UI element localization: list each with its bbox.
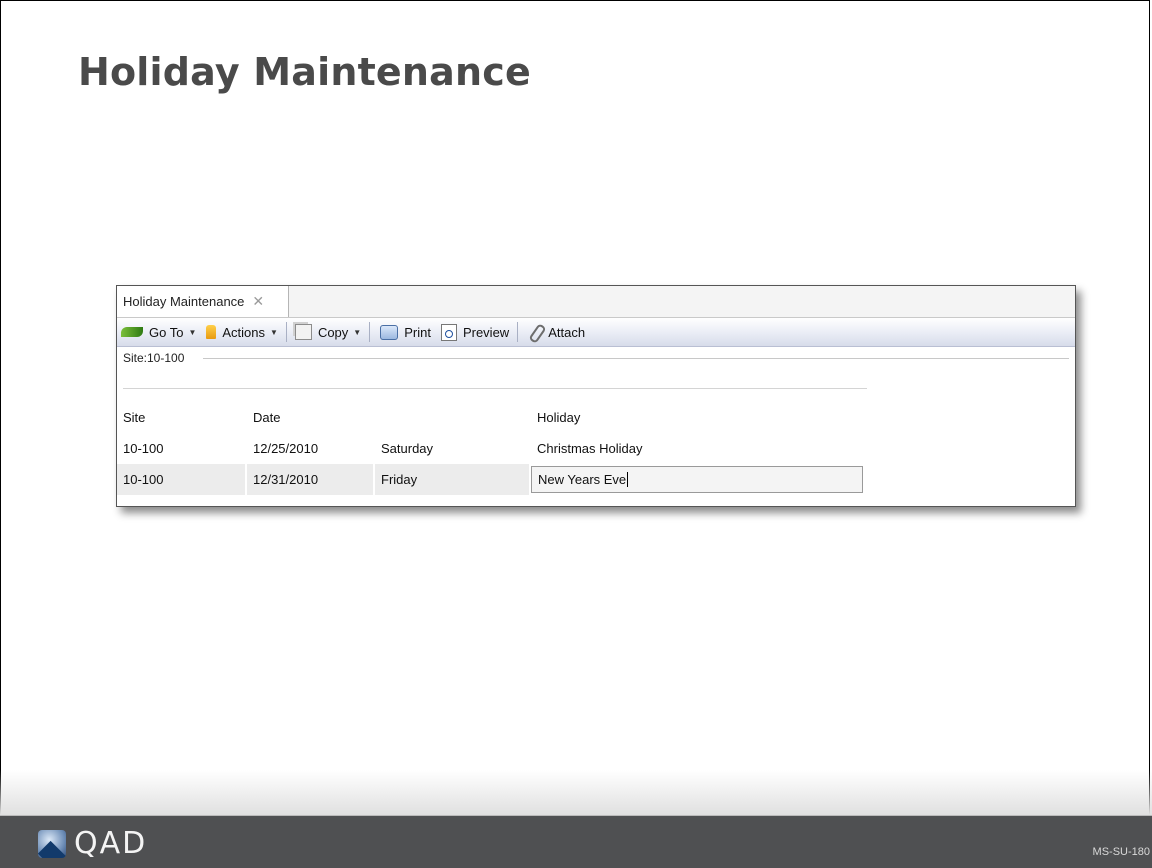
table-row[interactable]: 10-100 12/25/2010 Saturday Christmas Hol…: [117, 433, 877, 464]
tab-strip: Holiday Maintenance ✕: [117, 286, 1075, 318]
holiday-input-value: New Years Eve: [538, 472, 627, 487]
close-icon[interactable]: ✕: [252, 293, 264, 310]
holiday-cell[interactable]: Christmas Holiday: [531, 433, 863, 464]
group-divider: [123, 388, 867, 389]
tab-label: Holiday Maintenance: [123, 294, 245, 309]
chevron-down-icon: ▼: [353, 327, 362, 337]
toolbar-separator: [369, 322, 371, 342]
preview-icon: [440, 323, 457, 341]
text-cursor: [627, 472, 629, 487]
app-window: Holiday Maintenance ✕ Go To ▼ Actions ▼ …: [116, 285, 1076, 507]
qad-logo: QAD: [38, 826, 147, 861]
attach-icon: [528, 325, 542, 339]
logo-text: QAD: [74, 826, 148, 861]
column-header-day: [375, 402, 529, 433]
toolbar: Go To ▼ Actions ▼ Copy ▼ Print Preview A…: [117, 318, 1075, 347]
day-cell: Saturday: [381, 441, 434, 456]
site-divider: [203, 358, 1069, 359]
column-header-holiday[interactable]: Holiday: [531, 402, 863, 433]
tab-holiday-maintenance[interactable]: Holiday Maintenance ✕: [117, 286, 289, 317]
qad-logo-icon: [38, 829, 66, 858]
site-caption: Site:10-100: [123, 351, 191, 365]
actions-button[interactable]: Actions ▼: [200, 318, 278, 346]
print-label: Print: [404, 324, 431, 340]
preview-button[interactable]: Preview: [435, 318, 509, 346]
goto-button[interactable]: Go To ▼: [117, 318, 196, 346]
copy-label: Copy: [317, 324, 349, 340]
footer-fade: [0, 770, 1152, 815]
chevron-down-icon: ▼: [270, 327, 278, 337]
print-icon: [380, 324, 399, 340]
grid-header-row: Site Date Holiday: [117, 402, 877, 433]
site-cell[interactable]: 10-100: [117, 433, 245, 464]
chevron-down-icon: ▼: [188, 327, 197, 337]
slide-title: Holiday Maintenance: [78, 50, 531, 94]
copy-icon: [294, 324, 312, 340]
print-button[interactable]: Print: [376, 318, 431, 346]
attach-label: Attach: [548, 324, 586, 340]
holiday-grid: Site Date Holiday 10-100 12/25/2010 Satu…: [117, 402, 877, 495]
toolbar-separator: [517, 322, 519, 342]
table-row-selected[interactable]: 10-100 12/31/2010 Friday New Years Eve: [117, 464, 877, 495]
goto-label: Go To: [149, 324, 184, 340]
date-cell[interactable]: 12/25/2010: [247, 433, 373, 464]
preview-label: Preview: [462, 324, 510, 340]
copy-button[interactable]: Copy ▼: [293, 318, 361, 346]
date-cell[interactable]: 12/31/2010: [247, 464, 373, 495]
slide-code: MS-SU-180: [1092, 846, 1150, 858]
holiday-input[interactable]: New Years Eve: [531, 466, 863, 493]
toolbar-separator: [285, 322, 287, 342]
column-header-date[interactable]: Date: [247, 402, 373, 433]
column-header-site[interactable]: Site: [117, 402, 245, 433]
actions-label: Actions: [222, 324, 266, 340]
attach-button[interactable]: Attach: [524, 318, 585, 346]
actions-icon: [206, 325, 217, 339]
site-cell[interactable]: 10-100: [117, 464, 245, 495]
footer-bar: QAD MS-SU-180: [0, 815, 1152, 868]
day-cell: Friday: [375, 464, 529, 495]
goto-icon: [121, 327, 143, 337]
